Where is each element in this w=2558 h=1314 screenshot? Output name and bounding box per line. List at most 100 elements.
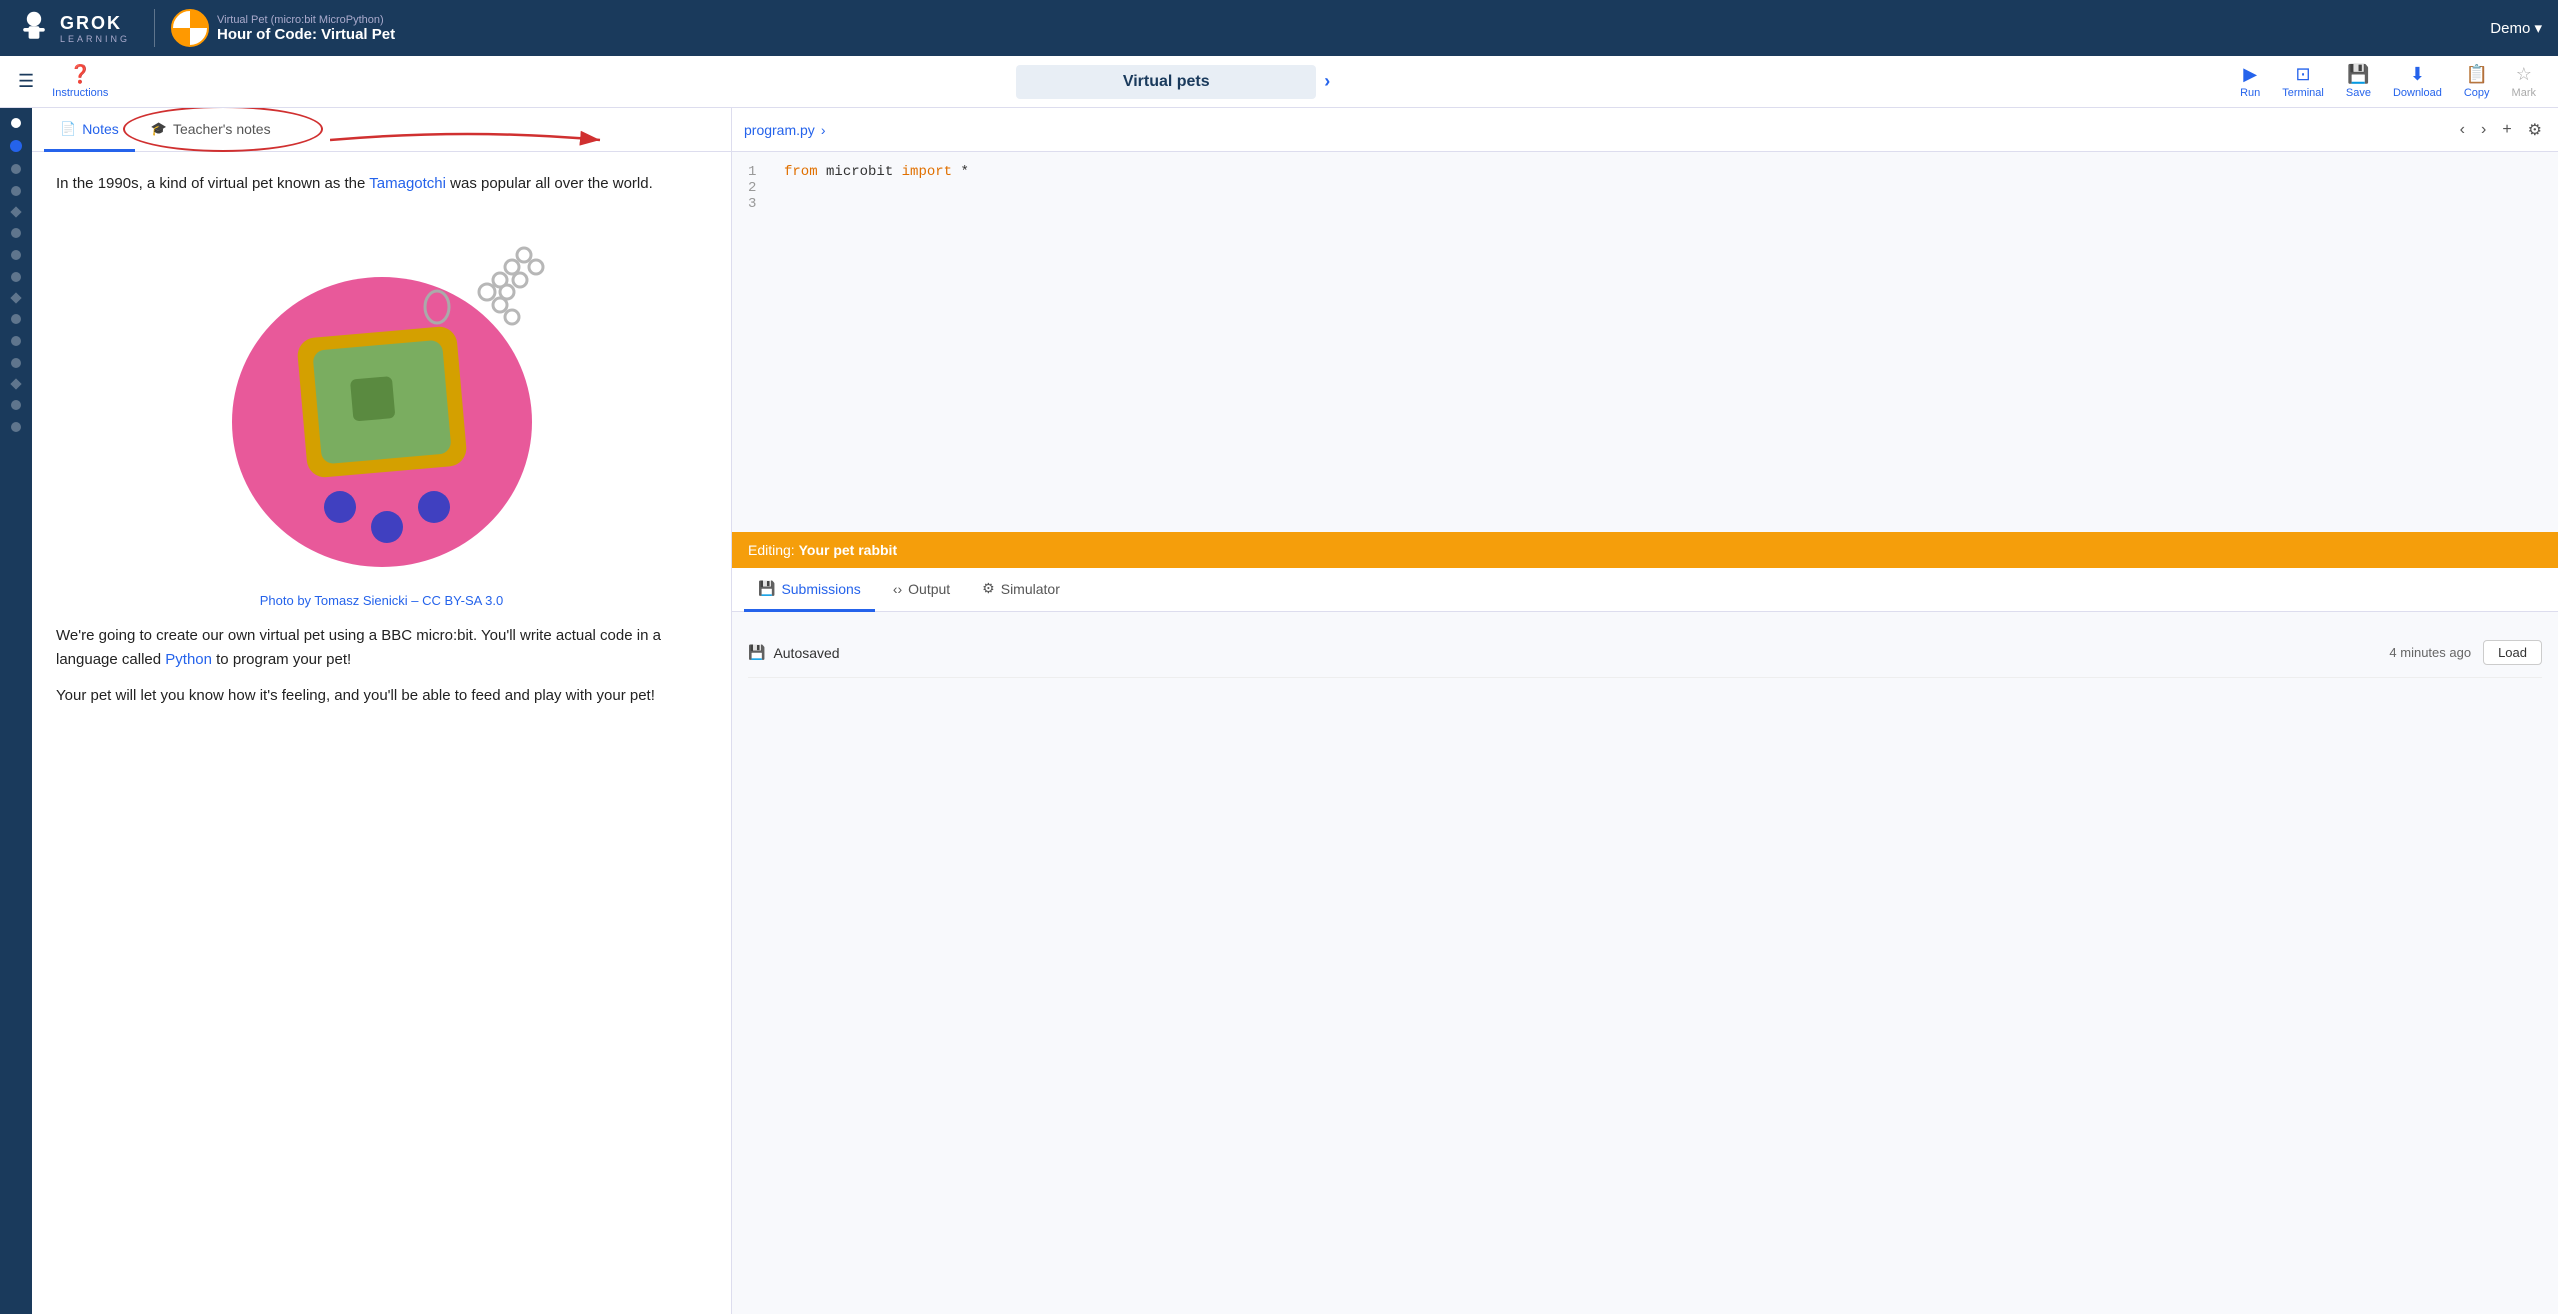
python-link[interactable]: Python [165,651,212,668]
badge-circle [171,9,209,47]
mark-label: Mark [2512,87,2536,99]
submission-meta: 4 minutes ago Load [2389,640,2542,665]
module-name: microbit [826,164,902,180]
body-paragraph-1: We're going to create our own virtual pe… [56,624,707,672]
nav-back-button[interactable]: ‹ [2456,116,2469,144]
submissions-area: 💾 Autosaved 4 minutes ago Load [732,612,2558,694]
simulator-icon: ⚙ [982,580,995,597]
copy-icon: 📋 [2465,64,2487,85]
step-13-diamond[interactable] [10,378,21,389]
copy-button[interactable]: 📋 Copy [2454,60,2500,103]
graduation-icon: 🎓 [151,121,167,137]
step-15[interactable] [11,422,21,432]
settings-button[interactable]: ⚙ [2524,116,2546,144]
intro-paragraph: In the 1990s, a kind of virtual pet know… [56,172,707,196]
step-10[interactable] [11,314,21,324]
step-5-diamond[interactable] [10,206,21,217]
autosaved-text: Autosaved [773,645,839,661]
run-icon: ▶ [2243,64,2257,85]
download-label: Download [2393,87,2442,99]
mark-icon: ☆ [2516,64,2532,85]
tamagotchi-image-wrapper [56,212,707,585]
load-button[interactable]: Load [2483,640,2542,665]
steps-sidebar [0,108,32,1314]
save-icon: 💾 [2347,64,2369,85]
menu-icon-button[interactable]: ☰ [12,65,40,98]
code-panel: program.py › ‹ › + ⚙ 1 from microbit imp… [732,108,2558,1314]
tamagotchi-link[interactable]: Tamagotchi [369,175,446,192]
time-ago: 4 minutes ago [2389,645,2471,660]
step-1[interactable] [11,118,21,128]
tamagotchi-image [192,212,572,582]
filename: program.py [744,122,815,138]
autosave-label: 💾 Autosaved [748,644,840,661]
course-badge: Virtual Pet (micro:bit MicroPython) Hour… [154,9,395,47]
terminal-label: Terminal [2282,87,2324,99]
logo-grok: GROK [60,13,130,34]
tab-submissions[interactable]: 💾 Submissions [744,568,875,612]
file-tab[interactable]: program.py › [744,122,825,138]
step-11[interactable] [11,336,21,346]
instructions-content: In the 1990s, a kind of virtual pet know… [32,152,731,1314]
code-line-3: 3 [748,196,2542,212]
step-7[interactable] [11,250,21,260]
copy-label: Copy [2464,87,2490,99]
run-button[interactable]: ▶ Run [2230,60,2270,103]
step-2[interactable] [10,140,22,152]
instructions-button[interactable]: ❓ Instructions [44,60,116,103]
main-content: 📄 Notes 🎓 Teacher's notes [0,108,2558,1314]
course-title: Hour of Code: Virtual Pet [217,26,395,43]
save-button[interactable]: 💾 Save [2336,60,2381,103]
download-button[interactable]: ⬇ Download [2383,60,2452,103]
tab-simulator[interactable]: ⚙ Simulator [968,568,1074,612]
step-14[interactable] [11,400,21,410]
save-label: Save [2346,87,2371,99]
code-line-1: 1 from microbit import * [748,164,2542,180]
submissions-label: Submissions [781,581,860,597]
tab-teachers-notes[interactable]: 🎓 Teacher's notes [135,108,287,152]
mark-button[interactable]: ☆ Mark [2502,60,2546,103]
instructions-label: Instructions [52,87,108,99]
editing-name: Your pet rabbit [799,542,898,558]
step-6[interactable] [11,228,21,238]
nav-forward-button[interactable]: › [2477,116,2490,144]
code-line-2: 2 [748,180,2542,196]
step-3[interactable] [11,164,21,174]
course-info: Virtual Pet (micro:bit MicroPython) Hour… [217,14,395,43]
lesson-selector[interactable]: Virtual pets [1016,65,1316,99]
notes-label: Notes [82,121,119,137]
step-12[interactable] [11,358,21,368]
tab-notes[interactable]: 📄 Notes [44,108,135,152]
top-navigation: GROK LEARNING Virtual Pet (micro:bit Mic… [0,0,2558,56]
code-editor[interactable]: 1 from microbit import * 2 3 [732,152,2558,532]
output-icon: ‹› [893,581,902,597]
editing-bar: Editing: Your pet rabbit [732,532,2558,568]
toolbar: ☰ ❓ Instructions Virtual pets › ▶ Run ⊡ … [0,56,2558,108]
terminal-icon: ⊡ [2296,64,2311,85]
body-paragraph-2: Your pet will let you know how it's feel… [56,684,707,708]
step-4[interactable] [11,186,21,196]
next-lesson-button[interactable]: › [1324,71,1330,92]
tab-output[interactable]: ‹› Output [879,568,964,612]
editing-prefix: Editing: [748,542,795,558]
tabs-bar: 📄 Notes 🎓 Teacher's notes [32,108,731,152]
download-icon: ⬇ [2410,64,2425,85]
submissions-icon: 💾 [758,580,775,597]
help-icon: ❓ [69,64,91,85]
demo-button[interactable]: Demo ▾ [2490,19,2542,37]
terminal-button[interactable]: ⊡ Terminal [2272,60,2334,103]
output-label: Output [908,581,950,597]
teachers-notes-label: Teacher's notes [173,121,271,137]
code-actions: ‹ › + ⚙ [2456,116,2546,144]
code-content-1: from microbit import * [784,164,969,180]
step-8[interactable] [11,272,21,282]
logo-learning: LEARNING [60,34,130,44]
run-label: Run [2240,87,2260,99]
photo-credit: Photo by Tomasz Sienicki – CC BY-SA 3.0 [56,593,707,608]
toolbar-center: Virtual pets › [120,65,2226,99]
line-number-1: 1 [748,164,768,180]
step-9-diamond[interactable] [10,292,21,303]
add-file-button[interactable]: + [2498,116,2515,144]
autosave-icon: 💾 [748,644,765,661]
top-nav-right: Demo ▾ [2490,19,2542,37]
